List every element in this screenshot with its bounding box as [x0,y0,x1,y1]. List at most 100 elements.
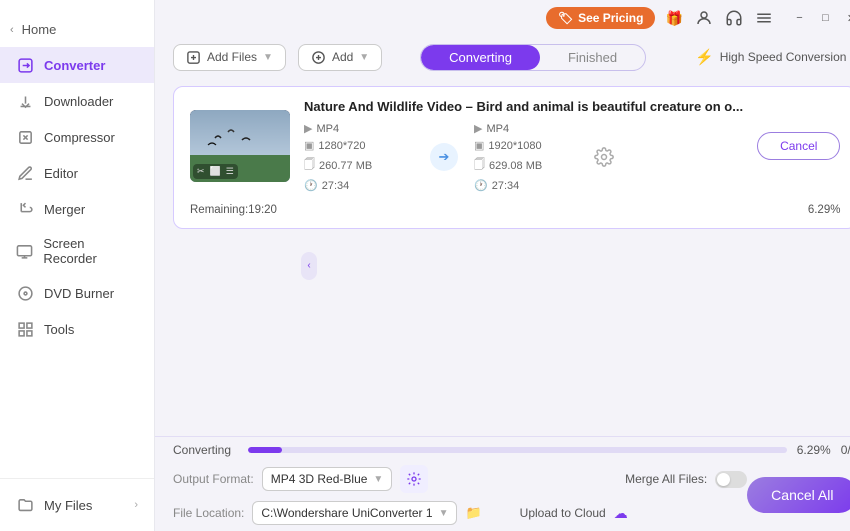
target-format: MP4 [486,123,509,135]
merge-group: Merge All Files: [625,471,747,488]
target-meta: ▶ MP4 ▣ 1920*1080 🗍 629.08 MB [474,122,584,192]
compressor-icon [16,128,34,146]
target-size-icon: 🗍 [474,156,485,175]
gift-icon: 🎁 [666,10,683,27]
upload-group: Upload to Cloud ☁ [520,505,628,522]
sidebar-item-converter[interactable]: Converter [0,47,154,83]
add-files-chevron-icon: ▼ [263,52,273,63]
bottom-bar: Converting 6.29% 0/1 Output Format: MP4 … [155,436,850,531]
cancel-button[interactable]: Cancel [757,132,840,160]
file-location-row: File Location: C:\Wondershare UniConvert… [173,501,747,525]
options-row: Output Format: MP4 3D Red-Blue ▼ Merge A… [173,465,850,525]
sidebar: ‹ Home Converter Downloader Compressor [0,0,155,531]
add-button[interactable]: Add ▼ [298,44,382,71]
screen-recorder-label: Screen Recorder [43,236,138,266]
source-resolution-row: ▣ 1280*720 [304,139,414,152]
lightning-icon: ⚡ [695,48,714,66]
conversion-card: ✂ ⬜ ☰ Nature And Wildlife Video – Bird a… [173,86,850,229]
source-size-row: 🗍 260.77 MB [304,156,414,175]
output-format-select[interactable]: MP4 3D Red-Blue ▼ [262,467,393,491]
progress-stats: 6.29% 0/1 [797,443,850,457]
close-button[interactable]: ✕ [839,7,850,29]
output-format-value: MP4 3D Red-Blue [271,472,368,486]
conversion-percent: 6.29% [808,204,841,216]
source-size: 260.77 MB [319,160,372,172]
file-location-select[interactable]: C:\Wondershare UniConverter 1 ▼ [252,501,457,525]
target-duration-row: 🕐 27:34 [474,179,584,192]
compressor-label: Compressor [44,130,115,145]
cloud-icon[interactable]: ☁ [614,505,628,522]
cancel-all-container: Cancel All [747,477,850,513]
file-location-value: C:\Wondershare UniConverter 1 [261,506,432,520]
thumb-menu-icon[interactable]: ☰ [226,166,234,177]
menu-icon[interactable] [753,7,775,29]
add-files-label: Add Files [207,50,257,64]
sidebar-item-screen-recorder[interactable]: Screen Recorder [0,227,154,275]
tab-converting[interactable]: Converting [421,45,540,70]
conversion-progress-row: Remaining:19:20 6.29% [190,204,840,216]
target-size: 629.08 MB [489,160,542,172]
dvd-burner-icon [16,284,34,302]
progress-bar [248,447,787,453]
thumb-crop-icon[interactable]: ⬜ [210,166,221,177]
output-format-label: Output Format: [173,472,254,486]
tag-icon: 🏷 [558,11,573,25]
sidebar-item-merger[interactable]: Merger [0,191,154,227]
sidebar-item-downloader[interactable]: Downloader [0,83,154,119]
minimize-button[interactable]: − [787,7,811,29]
sidebar-item-editor[interactable]: Editor [0,155,154,191]
sidebar-item-home[interactable]: ‹ Home [0,12,154,47]
thumb-cut-icon[interactable]: ✂ [197,166,205,177]
settings-icon[interactable] [594,147,614,167]
progress-percent: 6.29% [797,443,831,457]
content-area: ✂ ⬜ ☰ Nature And Wildlife Video – Bird a… [155,78,850,436]
format-row: Output Format: MP4 3D Red-Blue ▼ Merge A… [173,465,747,493]
format-chevron-icon: ▼ [373,474,383,485]
my-files-label: My Files [44,498,92,513]
overall-progress-row: Converting 6.29% 0/1 [173,443,850,457]
add-chevron-icon: ▼ [359,52,369,63]
tab-finished[interactable]: Finished [540,45,645,70]
sidebar-item-my-files[interactable]: My Files › [0,487,154,523]
conversion-meta: ▶ MP4 ▣ 1280*720 🗍 260.77 MB [304,122,743,192]
output-format-group: Output Format: MP4 3D Red-Blue ▼ [173,465,428,493]
target-format-icon: ▶ [474,122,482,135]
folder-icon[interactable]: 📁 [465,505,481,521]
target-format-row: ▶ MP4 [474,122,584,135]
add-files-button[interactable]: Add Files ▼ [173,44,286,71]
sidebar-item-compressor[interactable]: Compressor [0,119,154,155]
editor-label: Editor [44,166,78,181]
target-resolution-icon: ▣ [474,139,484,152]
user-icon[interactable] [693,7,715,29]
cancel-label: Cancel [780,139,817,153]
maximize-button[interactable]: □ [813,7,837,29]
tools-icon [16,320,34,338]
high-speed-button[interactable]: ⚡ High Speed Conversion [684,42,850,72]
format-settings-icon[interactable] [400,465,428,493]
screen-recorder-icon [16,242,33,260]
sidebar-collapse-button[interactable]: ‹ [301,252,317,280]
my-files-icon [16,496,34,514]
format-icon: ▶ [304,122,312,135]
merger-label: Merger [44,202,85,217]
tab-group: Converting Finished [420,44,646,71]
main-content: 🏷 See Pricing 🎁 − □ ✕ Add Files ▼ A [155,0,850,531]
home-label: Home [22,22,57,37]
source-resolution: 1280*720 [318,140,365,152]
left-options: Output Format: MP4 3D Red-Blue ▼ Merge A… [173,465,747,525]
progress-label: Converting [173,443,238,457]
headphone-icon[interactable] [723,7,745,29]
sidebar-item-dvd-burner[interactable]: DVD Burner [0,275,154,311]
gift-button[interactable]: 🎁 [663,7,685,29]
add-label: Add [332,50,353,64]
window-controls: − □ ✕ [787,7,850,29]
upload-label: Upload to Cloud [520,506,606,520]
sidebar-item-tools[interactable]: Tools [0,311,154,347]
source-duration-row: 🕐 27:34 [304,179,414,192]
cancel-all-button[interactable]: Cancel All [747,477,850,513]
progress-bar-fill [248,447,282,453]
see-pricing-button[interactable]: 🏷 See Pricing [546,7,656,29]
dvd-burner-label: DVD Burner [44,286,114,301]
source-format: MP4 [316,123,339,135]
merge-toggle[interactable] [715,471,747,488]
